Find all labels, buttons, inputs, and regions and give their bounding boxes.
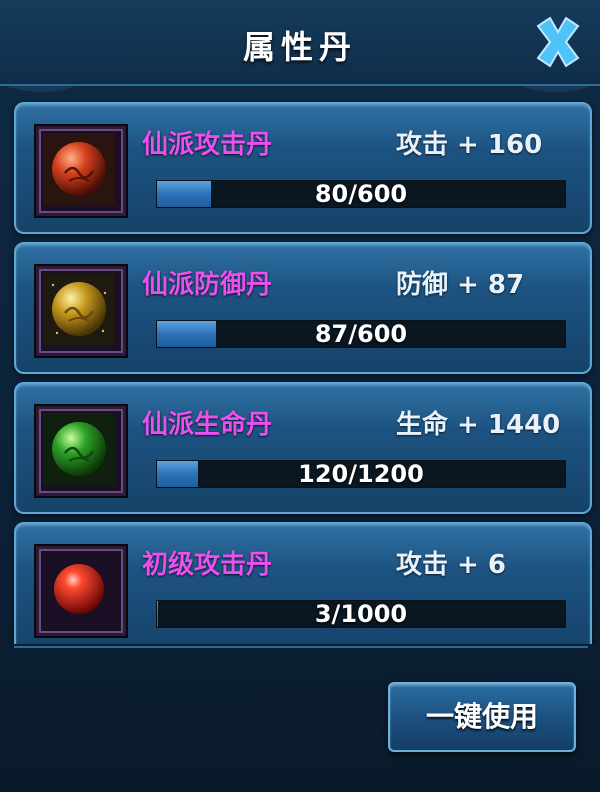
panel-header: 属性丹 <box>0 0 600 86</box>
pill-icon-frame <box>36 406 126 496</box>
pill-card[interactable]: 仙派攻击丹 攻击 + 160 80/600 <box>14 102 592 234</box>
progress-text: 87/600 <box>314 320 408 348</box>
red-sphere-pill-icon <box>43 553 115 625</box>
progress-text: 120/1200 <box>298 460 424 488</box>
pill-icon-frame <box>36 546 126 636</box>
progress-text: 80/600 <box>314 180 408 208</box>
use-all-button[interactable]: 一键使用 <box>388 682 576 752</box>
pill-stat-bonus: 攻击 + 160 <box>396 130 543 160</box>
pill-icon-frame <box>36 266 126 356</box>
pill-stat-bonus: 防御 + 87 <box>396 270 525 300</box>
pill-progress-bar: 80/600 <box>156 180 566 208</box>
pill-stat-bonus: 攻击 + 6 <box>396 550 506 580</box>
close-button[interactable] <box>530 14 586 70</box>
pill-name: 初级攻击丹 <box>142 550 273 580</box>
pill-name: 仙派生命丹 <box>142 410 273 440</box>
red-orb-pill-icon <box>43 133 115 205</box>
pill-card[interactable]: 初级攻击丹 攻击 + 6 3/1000 <box>14 522 592 644</box>
panel-title: 属性丹 <box>242 28 357 66</box>
list-divider <box>14 646 588 648</box>
pill-progress-bar: 87/600 <box>156 320 566 348</box>
use-all-label: 一键使用 <box>425 700 538 733</box>
attribute-pill-panel: 属性丹 仙派攻击丹 攻击 + 160 80/600 仙派防御丹 防御 + 87 … <box>0 0 600 792</box>
close-x-icon <box>536 16 580 68</box>
pill-icon-frame <box>36 126 126 216</box>
pill-stat-bonus: 生命 + 1440 <box>396 410 561 440</box>
pill-card[interactable]: 仙派防御丹 防御 + 87 87/600 <box>14 242 592 374</box>
progress-text: 3/1000 <box>314 600 408 628</box>
pill-progress-bar: 3/1000 <box>156 600 566 628</box>
green-orb-pill-icon <box>43 413 115 485</box>
pill-card[interactable]: 仙派生命丹 生命 + 1440 120/1200 <box>14 382 592 514</box>
pill-progress-bar: 120/1200 <box>156 460 566 488</box>
pill-name: 仙派攻击丹 <box>142 130 273 160</box>
pill-list[interactable]: 仙派攻击丹 攻击 + 160 80/600 仙派防御丹 防御 + 87 87/6… <box>0 96 600 644</box>
gold-orb-pill-icon <box>43 273 115 345</box>
pill-name: 仙派防御丹 <box>142 270 273 300</box>
